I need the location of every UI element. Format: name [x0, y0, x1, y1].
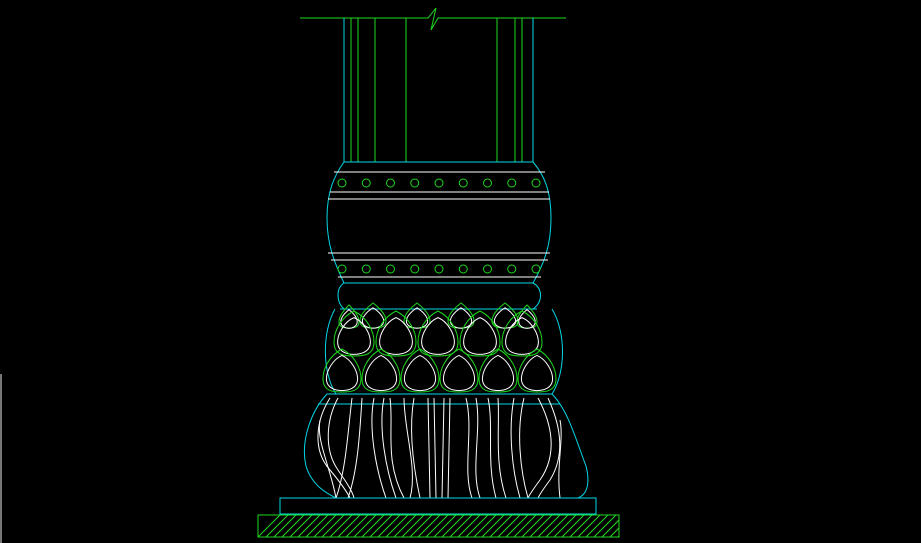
- stud: [434, 264, 444, 274]
- root-strand: [389, 397, 405, 499]
- hatch-line: [634, 515, 656, 537]
- stud: [386, 178, 395, 188]
- stud: [531, 264, 541, 274]
- root-strand: [497, 397, 507, 499]
- root-strand: [403, 397, 413, 499]
- break-line: [300, 7, 566, 31]
- stud: [410, 264, 420, 274]
- stud: [458, 178, 468, 188]
- root-strand: [381, 397, 397, 499]
- stud: [361, 178, 371, 188]
- lotus-petal: [459, 310, 501, 357]
- root-strand: [537, 397, 561, 499]
- lotus-petal: [322, 348, 362, 393]
- neck-ring: [337, 282, 541, 310]
- root-strand: [335, 397, 353, 499]
- stud: [337, 264, 347, 274]
- lotus-petal: [417, 310, 459, 357]
- hatch-line: [617, 535, 619, 537]
- root-strand: [475, 397, 481, 499]
- stud: [458, 264, 468, 274]
- lotus-petal: [361, 348, 401, 393]
- drum-section: [326, 161, 552, 284]
- lotus-petal: [491, 302, 519, 329]
- root-carving: [317, 397, 562, 499]
- column-elevation-drawing: [257, 7, 656, 538]
- ground-hatching: [257, 514, 656, 538]
- stud: [386, 264, 395, 274]
- stud: [337, 178, 347, 188]
- stud-band-top: [337, 178, 541, 188]
- lotus-petal: [447, 302, 475, 329]
- stud: [410, 178, 420, 188]
- stud: [531, 178, 541, 188]
- flared-base: [304, 393, 589, 499]
- lotus-petal-band: [322, 302, 563, 395]
- hatch-line: [626, 515, 648, 537]
- plinth: [279, 497, 597, 515]
- lotus-petal: [403, 302, 431, 329]
- lotus-petal: [517, 348, 557, 393]
- stud: [507, 264, 517, 274]
- root-strand: [510, 397, 521, 499]
- viewport-left-edge: [0, 374, 2, 543]
- root-strand: [487, 397, 497, 499]
- cad-viewport[interactable]: [0, 0, 921, 543]
- stud: [507, 178, 517, 188]
- root-strand: [318, 419, 337, 499]
- stud-band-bottom: [337, 264, 541, 274]
- stud: [361, 264, 371, 274]
- root-strand: [427, 397, 431, 499]
- root-strand: [447, 397, 451, 499]
- column-shaft: [300, 7, 566, 163]
- stud: [483, 178, 492, 188]
- lotus-petal: [359, 302, 387, 329]
- root-strand: [465, 397, 473, 499]
- root-strand: [441, 397, 445, 499]
- root-strand: [433, 397, 437, 499]
- stud: [483, 264, 492, 274]
- root-strand: [519, 397, 529, 499]
- stud: [434, 178, 444, 188]
